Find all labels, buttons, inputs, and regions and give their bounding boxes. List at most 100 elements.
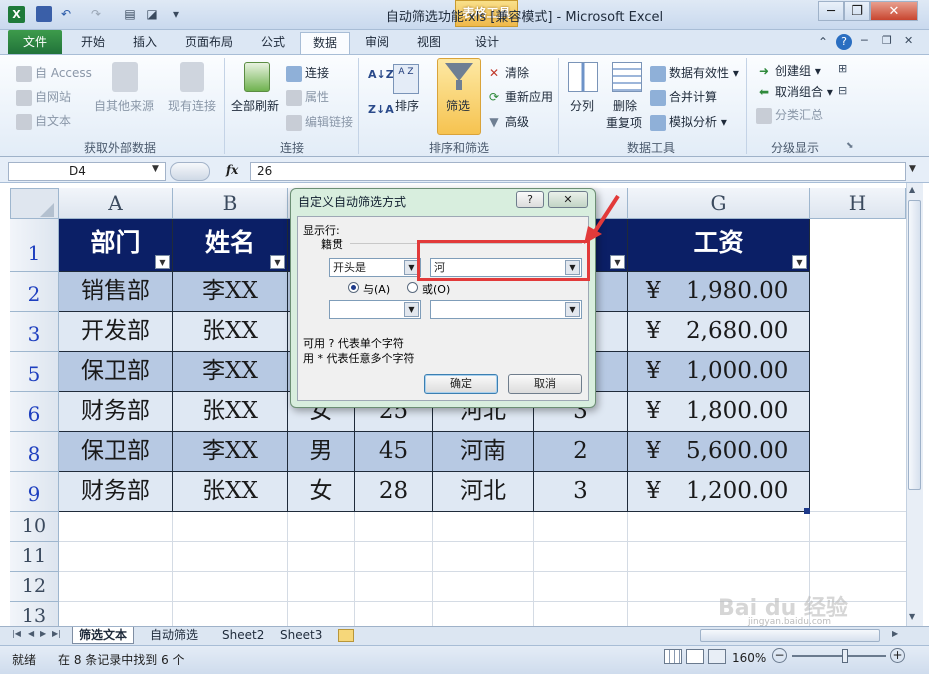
help-icon[interactable]: ?	[836, 34, 852, 50]
table-cell-age[interactable]: 45	[355, 432, 433, 472]
edit-links-button[interactable]: 编辑链接	[286, 113, 353, 131]
table-cell-dept[interactable]: 保卫部	[59, 352, 173, 392]
table-cell-level[interactable]: 3	[534, 472, 628, 512]
operator2-select[interactable]: ▼	[329, 300, 421, 319]
what-if-button[interactable]: 模拟分析 ▾	[650, 113, 727, 131]
workbook-restore-icon[interactable]: ❐	[882, 34, 892, 47]
table-cell-name[interactable]: 李XX	[173, 352, 288, 392]
outline-dialog-launcher-icon[interactable]: ⬊	[846, 141, 854, 151]
table-cell-name[interactable]: 张XX	[173, 312, 288, 352]
zoom-level[interactable]: 160%	[732, 651, 766, 665]
data-validation-button[interactable]: 数据有效性 ▾	[650, 64, 739, 82]
tab-design[interactable]: 设计	[464, 32, 510, 54]
insert-function-icon[interactable]: fx	[226, 163, 238, 177]
expand-formula-bar-icon[interactable]: ▼	[909, 164, 916, 174]
formula-bar-divider-handle[interactable]	[170, 162, 210, 181]
column-header-b[interactable]: B	[173, 188, 288, 219]
and-radio[interactable]	[348, 282, 359, 293]
tab-file[interactable]: 文件	[8, 30, 62, 54]
sheet-nav-next-icon[interactable]: ▶	[40, 629, 46, 638]
table-cell-dept[interactable]: 保卫部	[59, 432, 173, 472]
remove-duplicates-button-2[interactable]: 重复项	[606, 114, 642, 131]
workbook-minimize-icon[interactable]: ─	[861, 34, 868, 47]
table-cell-dept[interactable]: 财务部	[59, 392, 173, 432]
row-header[interactable]: 10	[10, 512, 59, 542]
workbook-close-icon[interactable]: ✕	[904, 34, 913, 47]
hide-detail-icon[interactable]: ⊟	[838, 84, 847, 97]
cancel-button[interactable]: 取消	[508, 374, 582, 394]
filter-dropdown-button[interactable]: ▼	[155, 255, 170, 269]
sort-descending-icon[interactable]: Z↓A	[368, 103, 394, 116]
column-header-h[interactable]: H	[810, 188, 906, 219]
table-cell-salary[interactable]: ¥1,000.00	[628, 352, 810, 392]
zoom-in-icon[interactable]: +	[890, 648, 905, 663]
consolidate-button[interactable]: 合并计算	[650, 88, 717, 106]
table-cell-name[interactable]: 李XX	[173, 272, 288, 312]
name-box[interactable]: D4	[8, 162, 166, 181]
and-label[interactable]: 与(A)	[363, 281, 390, 297]
page-layout-view-icon[interactable]	[686, 649, 704, 664]
sheet-nav-first-icon[interactable]: |◀	[12, 629, 21, 638]
zoom-slider-track[interactable]	[792, 655, 886, 657]
chevron-down-icon[interactable]: ▼	[404, 302, 419, 317]
tab-view[interactable]: 视图	[406, 32, 452, 54]
table-cell-name[interactable]: 张XX	[173, 392, 288, 432]
filter-dropdown-button[interactable]: ▼	[792, 255, 807, 269]
value2-combobox[interactable]: ▼	[430, 300, 582, 319]
tab-data[interactable]: 数据	[300, 32, 350, 54]
table-cell-name[interactable]: 张XX	[173, 472, 288, 512]
restore-button[interactable]: ❐	[844, 1, 870, 21]
table-cell-salary[interactable]: ¥5,600.00	[628, 432, 810, 472]
table-header-cell[interactable]: 部门 ▼	[59, 219, 173, 272]
ungroup-button[interactable]: ⬅ 取消组合 ▾	[756, 83, 833, 101]
advanced-button[interactable]: ▼ 高级	[486, 113, 529, 131]
row-header[interactable]: 6	[10, 392, 59, 432]
tab-review[interactable]: 审阅	[354, 32, 400, 54]
sheet-nav-prev-icon[interactable]: ◀	[28, 629, 34, 638]
table-cell-salary[interactable]: ¥2,680.00	[628, 312, 810, 352]
row-header[interactable]: 5	[10, 352, 59, 392]
table-header-cell[interactable]: 姓名 ▼	[173, 219, 288, 272]
sort-button[interactable]: 排序	[395, 97, 419, 114]
insert-sheet-icon[interactable]	[338, 629, 354, 642]
row-header[interactable]: 8	[10, 432, 59, 472]
sort-ascending-icon[interactable]: A↓Z	[368, 68, 394, 81]
zoom-out-icon[interactable]: −	[772, 648, 787, 663]
row-header[interactable]: 9	[10, 472, 59, 512]
row-header[interactable]: 11	[10, 542, 59, 572]
row-header[interactable]: 3	[10, 312, 59, 352]
sheet-tab-filter-text[interactable]: 筛选文本	[72, 627, 135, 644]
dialog-help-button[interactable]: ?	[516, 191, 544, 208]
scroll-down-icon[interactable]: ▼	[909, 612, 915, 621]
minimize-button[interactable]: ─	[818, 1, 844, 21]
table-cell-sex[interactable]: 男	[288, 432, 355, 472]
table-cell-dept[interactable]: 开发部	[59, 312, 173, 352]
from-web-button[interactable]: 自网站	[16, 88, 71, 106]
sheet-nav-last-icon[interactable]: ▶|	[52, 629, 61, 638]
sheet-tab-sheet2[interactable]: Sheet2	[216, 627, 270, 644]
hscroll-right-icon[interactable]: ▶	[892, 629, 898, 638]
clear-button[interactable]: ✕ 清除	[486, 64, 529, 82]
row-header[interactable]: 2	[10, 272, 59, 312]
or-radio[interactable]	[407, 282, 418, 293]
table-cell-place[interactable]: 河北	[433, 472, 534, 512]
column-header-g[interactable]: G	[628, 188, 810, 219]
text-to-columns-button[interactable]: 分列	[570, 97, 594, 114]
reapply-button[interactable]: ⟳ 重新应用	[486, 88, 553, 106]
column-header-a[interactable]: A	[59, 188, 173, 219]
filter-dropdown-button[interactable]: ▼	[270, 255, 285, 269]
table-header-cell[interactable]: 工资 ▼	[628, 219, 810, 272]
from-access-button[interactable]: 自 Access	[16, 64, 92, 82]
table-cell-age[interactable]: 28	[355, 472, 433, 512]
fill-handle[interactable]	[804, 508, 810, 514]
chevron-down-icon[interactable]: ▼	[565, 302, 580, 317]
from-text-button[interactable]: 自文本	[16, 112, 71, 130]
table-cell-level[interactable]: 2	[534, 432, 628, 472]
refresh-all-button[interactable]: 全部刷新	[231, 97, 279, 114]
zoom-slider-thumb[interactable]	[842, 649, 848, 663]
row-header[interactable]: 1	[10, 219, 59, 272]
existing-connections-button[interactable]: 现有连接	[168, 97, 216, 114]
subtotal-button[interactable]: 分类汇总	[756, 106, 823, 124]
scroll-up-icon[interactable]: ▲	[909, 185, 915, 194]
ok-button[interactable]: 确定	[424, 374, 498, 394]
